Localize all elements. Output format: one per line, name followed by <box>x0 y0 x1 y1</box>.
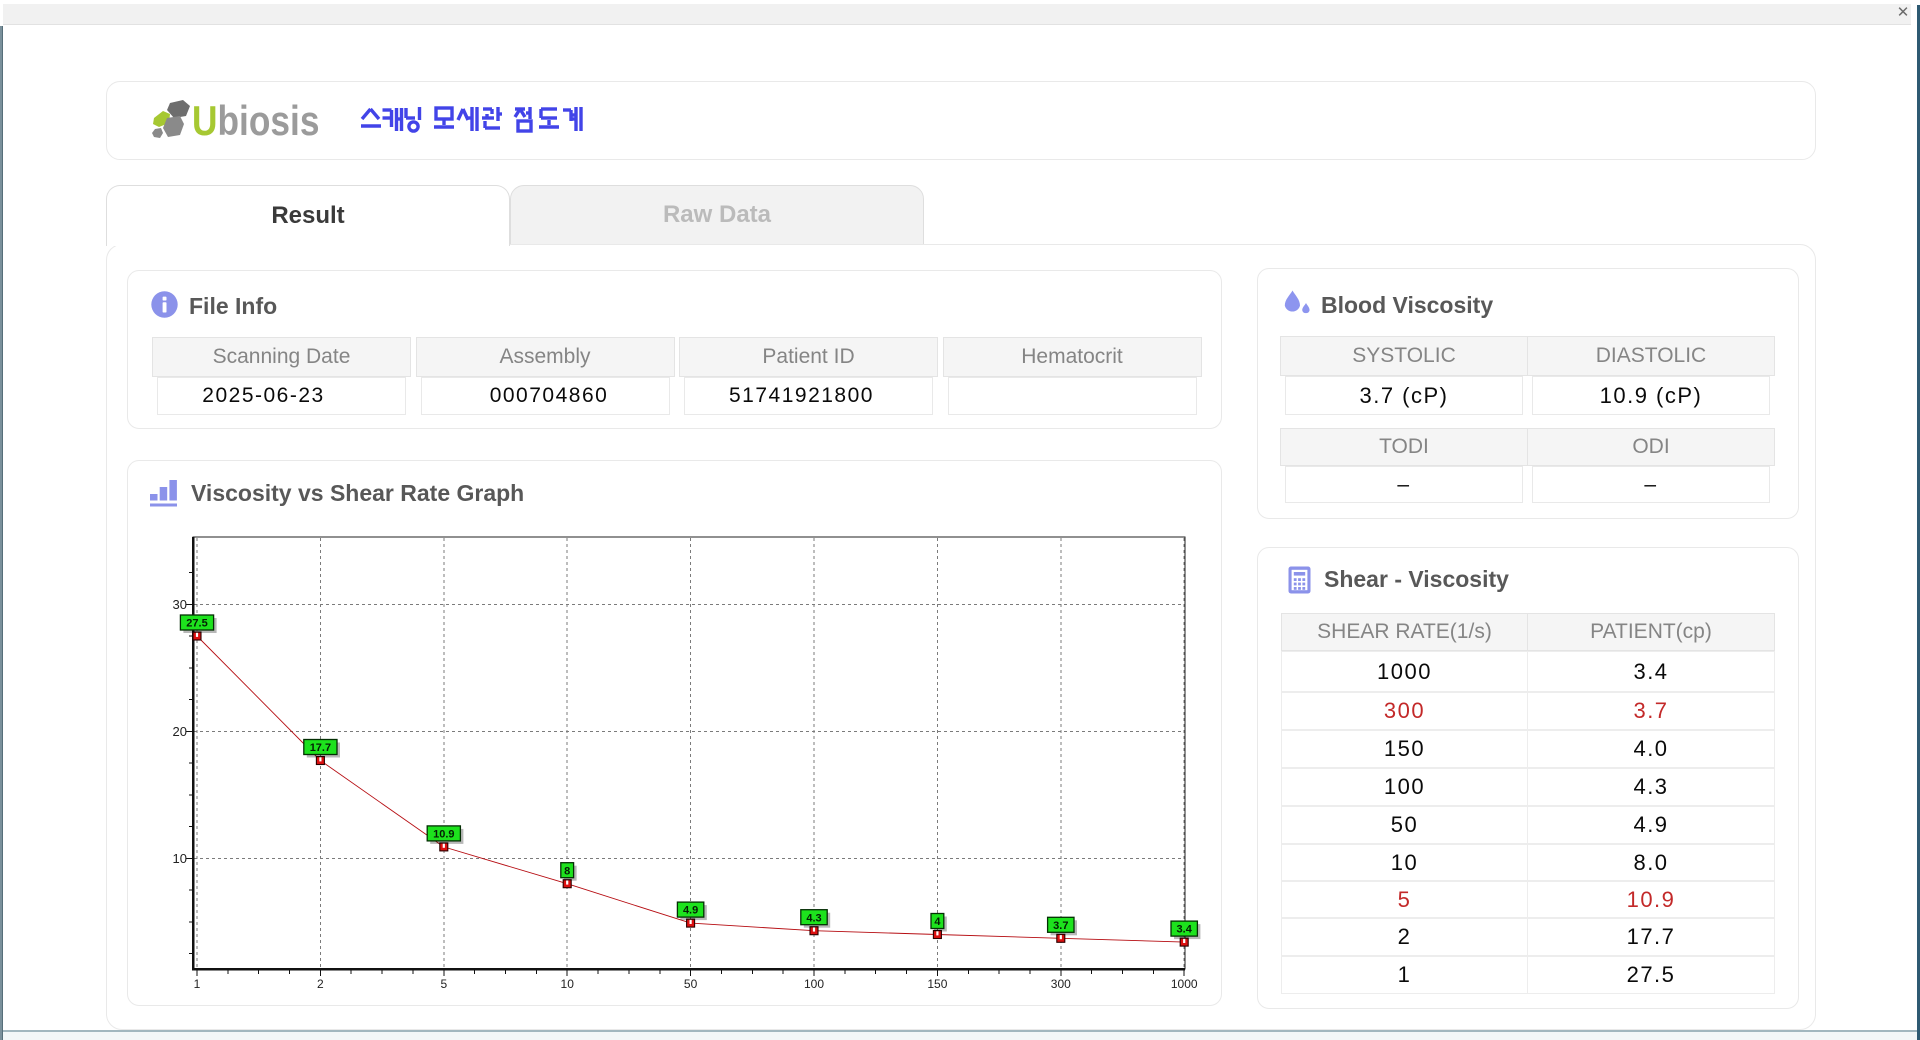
svg-text:3.7: 3.7 <box>1053 920 1068 932</box>
svg-text:100: 100 <box>804 977 824 991</box>
svg-text:10: 10 <box>561 977 575 991</box>
svg-text:5: 5 <box>440 977 447 991</box>
svg-text:10: 10 <box>173 851 187 866</box>
svg-text:4.9: 4.9 <box>683 905 698 917</box>
svg-text:300: 300 <box>1051 977 1071 991</box>
svg-text:50: 50 <box>684 977 698 991</box>
svg-text:4.3: 4.3 <box>806 912 821 924</box>
svg-text:4: 4 <box>934 916 941 928</box>
svg-text:27.5: 27.5 <box>186 618 207 630</box>
svg-text:150: 150 <box>927 977 947 991</box>
svg-text:20: 20 <box>173 724 187 739</box>
svg-text:17.7: 17.7 <box>310 742 331 754</box>
svg-text:1: 1 <box>194 977 201 991</box>
svg-text:10.9: 10.9 <box>433 829 454 841</box>
svg-text:30: 30 <box>173 597 187 612</box>
svg-text:1000: 1000 <box>1171 977 1198 991</box>
svg-text:3.4: 3.4 <box>1177 924 1193 936</box>
svg-text:8: 8 <box>564 865 570 877</box>
svg-text:2: 2 <box>317 977 324 991</box>
